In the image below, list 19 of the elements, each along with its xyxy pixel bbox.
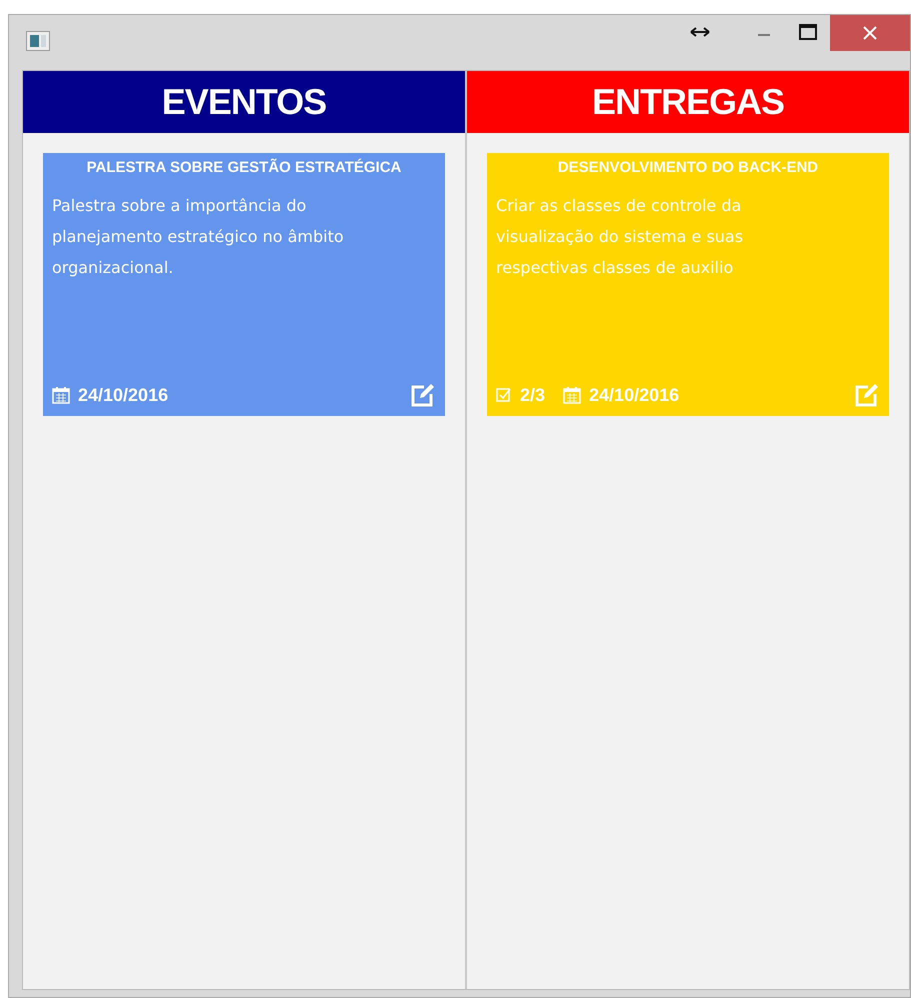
card-description: Criar as classes de controle da visualização do sistema e suas respectivas classes de auxilio (496, 195, 744, 279)
column-title: EVENTOS (162, 81, 326, 123)
calendar-icon (52, 386, 70, 404)
calendar-icon (563, 386, 582, 404)
card-title: PALESTRA SOBRE GESTÃO ESTRATÉGICA (86, 159, 402, 176)
checkbox-icon (496, 387, 512, 403)
edit-icon[interactable] (410, 382, 436, 408)
due-date: 24/10/2016 (78, 384, 168, 406)
resize-icon[interactable] (690, 26, 710, 36)
card-title: DESENVOLVIMENTO DO BACK-END (556, 159, 820, 176)
app-icon (26, 31, 50, 51)
maximize-icon[interactable] (799, 24, 817, 40)
due-date: 24/10/2016 (589, 384, 680, 406)
close-button[interactable] (830, 15, 910, 51)
checklist-count: 2/3 (520, 384, 546, 406)
card-description: Palestra sobre a importância do planejamento estratégico no âmbito organizacional. (52, 195, 345, 279)
task-card[interactable]: PALESTRA SOBRE GESTÃO ESTRATÉGICA Palestra sobre a importância do planejamento estratégico no âmbito organizacional. 24/10/2016 (43, 153, 445, 416)
column-title: ENTREGAS (592, 81, 784, 123)
close-icon (863, 26, 877, 40)
